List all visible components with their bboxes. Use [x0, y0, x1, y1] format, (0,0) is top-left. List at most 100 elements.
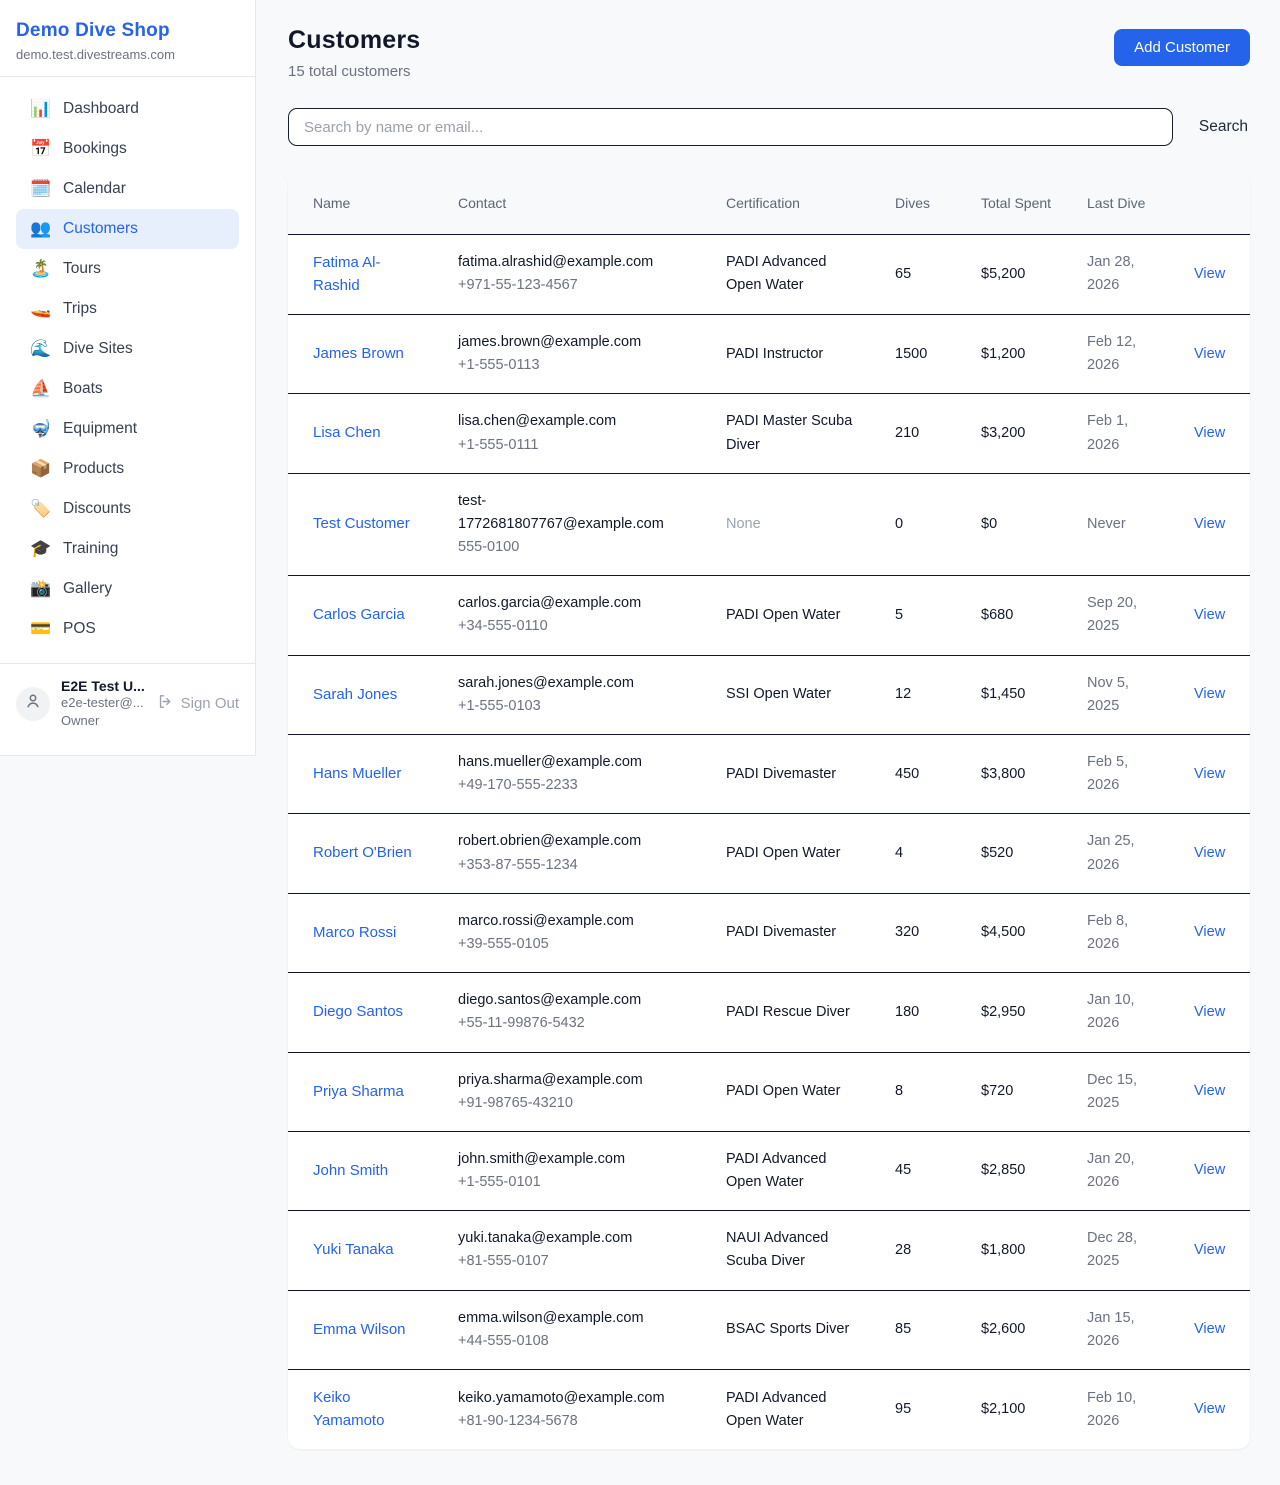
customer-name-link[interactable]: Diego Santos: [313, 1000, 403, 1023]
customer-total-spent: $3,200: [981, 425, 1025, 441]
page-title: Customers: [288, 26, 420, 55]
view-customer-link[interactable]: View: [1194, 425, 1225, 441]
col-header-contact: Contact: [433, 172, 701, 234]
sidebar-item-customers[interactable]: 👥 Customers: [16, 209, 239, 249]
sidebar-item-bookings[interactable]: 📅 Bookings: [16, 129, 239, 169]
view-customer-link[interactable]: View: [1194, 845, 1225, 861]
table-row: Lisa Chen lisa.chen@example.com +1-555-0…: [288, 394, 1250, 473]
view-customer-link[interactable]: View: [1194, 1162, 1225, 1178]
search-button[interactable]: Search: [1197, 114, 1250, 140]
nav-label: Tours: [63, 260, 101, 278]
customer-name-link[interactable]: Yuki Tanaka: [313, 1238, 394, 1261]
table-header-row: Name Contact Certification Dives Total S…: [288, 172, 1250, 234]
sidebar-item-gallery[interactable]: 📸 Gallery: [16, 569, 239, 609]
customer-name-link[interactable]: Keiko Yamamoto: [313, 1386, 423, 1433]
nav-label: Discounts: [63, 500, 131, 518]
customer-name-link[interactable]: Sarah Jones: [313, 683, 397, 706]
add-customer-button[interactable]: Add Customer: [1114, 29, 1250, 66]
sidebar-item-discounts[interactable]: 🏷️ Discounts: [16, 489, 239, 529]
customer-name-link[interactable]: Lisa Chen: [313, 421, 381, 444]
customer-certification: SSI Open Water: [726, 686, 831, 702]
view-customer-link[interactable]: View: [1194, 1242, 1225, 1258]
nav-label: Trips: [63, 300, 97, 318]
customer-email: test-1772681807767@example.com: [458, 490, 691, 536]
customer-dives: 8: [895, 1083, 903, 1099]
customer-last-dive: Dec 15, 2025: [1087, 1072, 1137, 1111]
view-customer-link[interactable]: View: [1194, 1083, 1225, 1099]
customer-last-dive: Feb 8, 2026: [1087, 913, 1128, 952]
view-customer-link[interactable]: View: [1194, 607, 1225, 623]
search-row: Search: [288, 108, 1250, 146]
col-header-last-dive: Last Dive: [1062, 172, 1169, 234]
user-role: Owner: [61, 712, 146, 730]
sidebar-item-tours[interactable]: 🏝️ Tours: [16, 249, 239, 289]
view-customer-link[interactable]: View: [1194, 1321, 1225, 1337]
customer-name-link[interactable]: Marco Rossi: [313, 921, 396, 944]
customer-phone: +81-90-1234-5678: [458, 1410, 691, 1433]
search-input[interactable]: [288, 108, 1173, 146]
customer-phone: +34-555-0110: [458, 615, 691, 638]
customer-name-link[interactable]: Emma Wilson: [313, 1318, 406, 1341]
view-customer-link[interactable]: View: [1194, 516, 1225, 532]
customer-name-link[interactable]: Fatima Al-Rashid: [313, 251, 423, 298]
nav-label: Dashboard: [63, 100, 139, 118]
sidebar-user-footer: E2E Test U... e2e-tester@... Owner Sign …: [0, 663, 255, 747]
customer-email: sarah.jones@example.com: [458, 672, 691, 695]
equipment-icon: 🤿: [30, 419, 50, 439]
table-row: Test Customer test-1772681807767@example…: [288, 473, 1250, 576]
sidebar-item-trips[interactable]: 🚤 Trips: [16, 289, 239, 329]
table-row: John Smith john.smith@example.com +1-555…: [288, 1131, 1250, 1210]
sidebar-item-boats[interactable]: ⛵ Boats: [16, 369, 239, 409]
customer-last-dive: Feb 1, 2026: [1087, 413, 1128, 452]
customer-phone: +1-555-0101: [458, 1171, 691, 1194]
customer-total-spent: $2,100: [981, 1401, 1025, 1417]
customer-certification: PADI Divemaster: [726, 766, 836, 782]
sidebar-item-equipment[interactable]: 🤿 Equipment: [16, 409, 239, 449]
nav-label: Products: [63, 460, 124, 478]
sidebar-item-products[interactable]: 📦 Products: [16, 449, 239, 489]
col-header-dives: Dives: [870, 172, 956, 234]
view-customer-link[interactable]: View: [1194, 766, 1225, 782]
nav-label: Dive Sites: [63, 340, 133, 358]
view-customer-link[interactable]: View: [1194, 924, 1225, 940]
customer-name-link[interactable]: John Smith: [313, 1159, 388, 1182]
customer-dives: 28: [895, 1242, 911, 1258]
customer-total-spent: $1,800: [981, 1242, 1025, 1258]
view-customer-link[interactable]: View: [1194, 1004, 1225, 1020]
customer-name-link[interactable]: Test Customer: [313, 512, 410, 535]
customer-certification: PADI Rescue Diver: [726, 1004, 850, 1020]
sidebar-item-training[interactable]: 🎓 Training: [16, 529, 239, 569]
customer-dives: 0: [895, 516, 903, 532]
person-icon: [24, 692, 42, 715]
sidebar-item-calendar[interactable]: 🗓️ Calendar: [16, 169, 239, 209]
shop-domain: demo.test.divestreams.com: [16, 47, 239, 62]
sidebar-item-dive-sites[interactable]: 🌊 Dive Sites: [16, 329, 239, 369]
training-icon: 🎓: [30, 539, 50, 559]
dive-sites-icon: 🌊: [30, 339, 50, 359]
customer-name-link[interactable]: Carlos Garcia: [313, 603, 405, 626]
customer-certification: None: [726, 516, 761, 532]
view-customer-link[interactable]: View: [1194, 686, 1225, 702]
customer-name-link[interactable]: Priya Sharma: [313, 1080, 404, 1103]
customer-dives: 180: [895, 1004, 919, 1020]
customer-email: marco.rossi@example.com: [458, 910, 691, 933]
customer-last-dive: Nov 5, 2025: [1087, 675, 1129, 714]
sidebar-item-pos[interactable]: 💳 POS: [16, 609, 239, 649]
customer-email: priya.sharma@example.com: [458, 1069, 691, 1092]
sign-out-button[interactable]: Sign Out: [157, 693, 239, 714]
dashboard-icon: 📊: [30, 99, 50, 119]
view-customer-link[interactable]: View: [1194, 346, 1225, 362]
boats-icon: ⛵: [30, 379, 50, 399]
sidebar: Demo Dive Shop demo.test.divestreams.com…: [0, 0, 256, 756]
customer-name-link[interactable]: Hans Mueller: [313, 762, 401, 785]
customer-phone: +91-98765-43210: [458, 1092, 691, 1115]
sidebar-item-dashboard[interactable]: 📊 Dashboard: [16, 89, 239, 129]
table-row: Robert O'Brien robert.obrien@example.com…: [288, 814, 1250, 893]
customer-name-link[interactable]: James Brown: [313, 342, 404, 365]
table-row: Sarah Jones sarah.jones@example.com +1-5…: [288, 655, 1250, 734]
customer-certification: PADI Master Scuba Diver: [726, 413, 852, 452]
view-customer-link[interactable]: View: [1194, 1401, 1225, 1417]
products-icon: 📦: [30, 459, 50, 479]
view-customer-link[interactable]: View: [1194, 266, 1225, 282]
customer-name-link[interactable]: Robert O'Brien: [313, 841, 412, 864]
